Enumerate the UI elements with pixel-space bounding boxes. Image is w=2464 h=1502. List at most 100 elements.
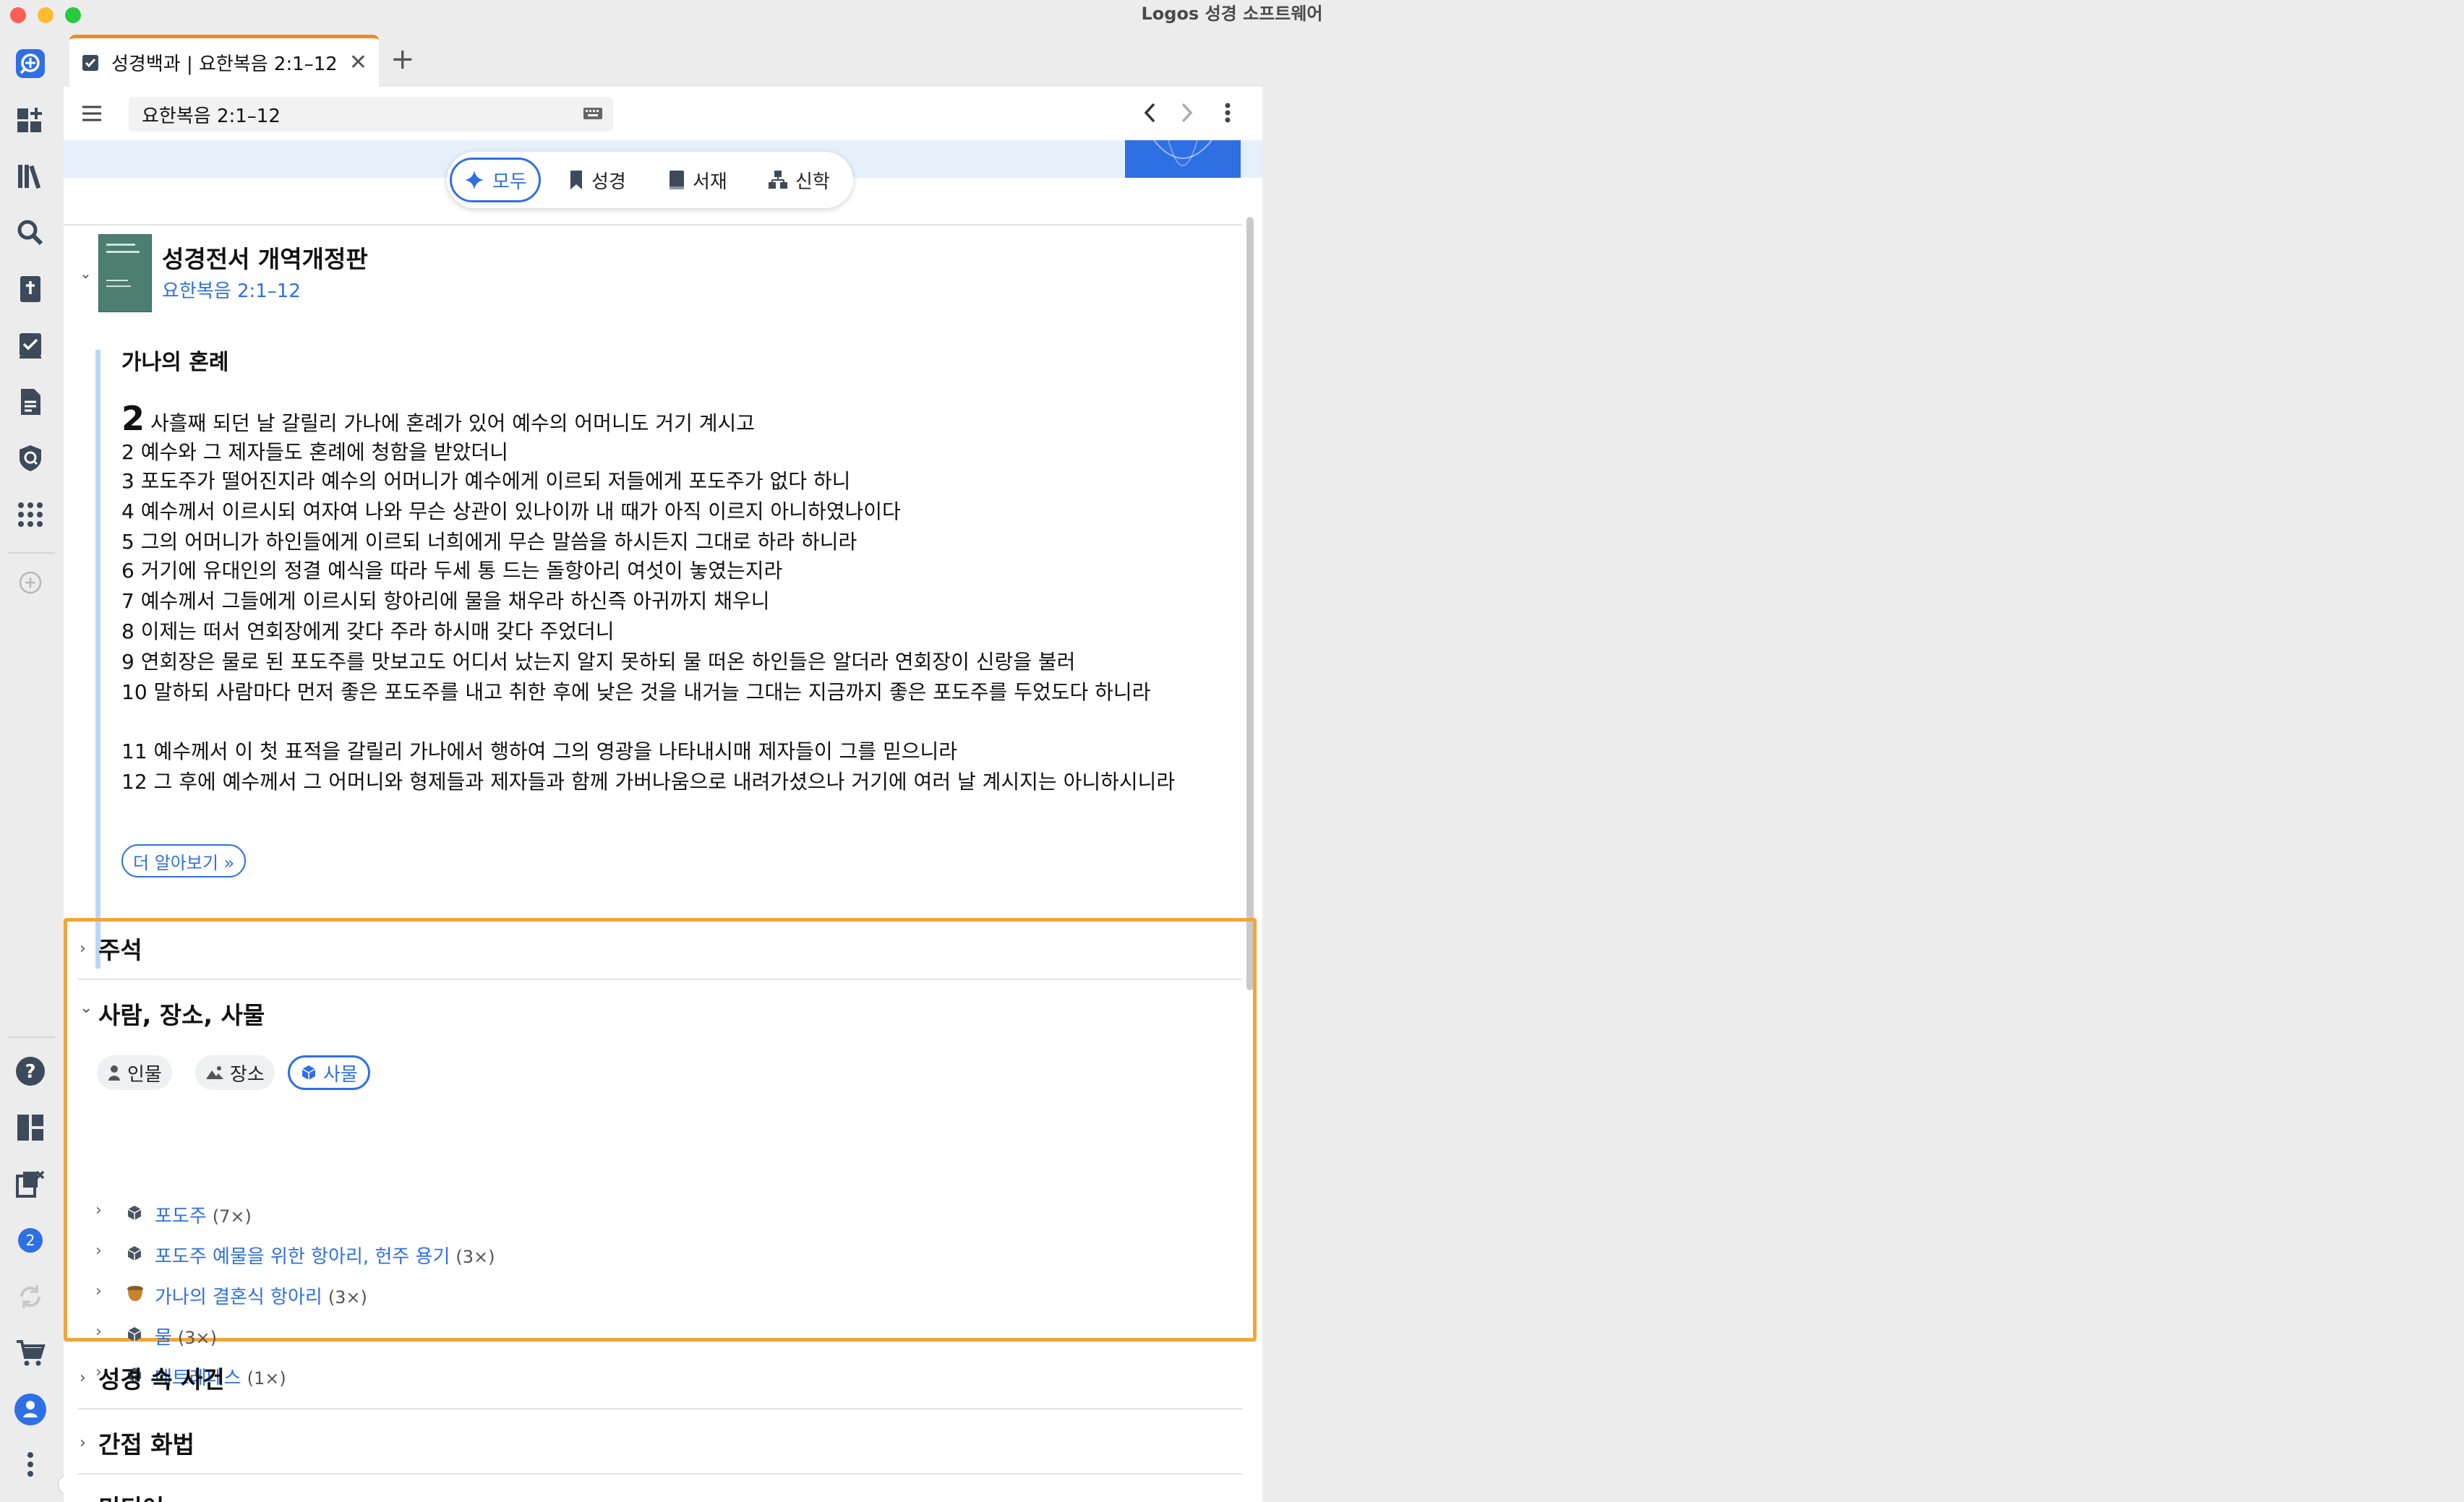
checklist-tab-icon [82, 54, 98, 71]
account-icon[interactable] [13, 1392, 48, 1427]
tab-close-icon[interactable]: ✕ [349, 50, 367, 75]
verse-6: 6 거기에 유대인의 정결 예식을 따라 두세 통 드는 돌항아리 여섯이 놓였… [121, 559, 783, 583]
search-icon[interactable] [13, 215, 48, 250]
expand-chevron-icon[interactable]: › [95, 1201, 102, 1219]
close-panels-icon[interactable] [13, 1167, 48, 1201]
filter-theology[interactable]: 신학 [756, 158, 842, 202]
chip-places[interactable]: 장소 [195, 1055, 275, 1090]
filter-bible[interactable]: 성경 [557, 158, 638, 202]
panel-toolbar: 요한복음 2:1–12 [64, 87, 1262, 140]
verse-1: 2 사흘째 되던 날 갈릴리 가나에 혼례가 있어 예수의 어머니도 거기 계시고 [121, 399, 756, 438]
chip-people[interactable]: 인물 [97, 1055, 172, 1090]
shield-icon[interactable] [13, 441, 48, 476]
section-divider [78, 979, 1242, 980]
expand-chevron-icon[interactable]: › [95, 1282, 102, 1300]
svg-text:?: ? [25, 1061, 35, 1083]
thing-item-water[interactable]: › 물 (3×) [64, 1318, 931, 1350]
bookmark-icon [570, 171, 582, 189]
reference-value: 요한복음 2:1–12 [142, 105, 281, 127]
section-figures-of-speech[interactable]: 간접 화법 [98, 1425, 194, 1460]
banner-graphic [1125, 140, 1241, 178]
cart-icon[interactable] [13, 1336, 48, 1370]
hierarchy-icon [769, 171, 787, 189]
library-icon[interactable] [13, 159, 48, 194]
keyboard-icon[interactable] [583, 106, 603, 121]
rail-divider-lower [7, 1037, 55, 1038]
person-icon [108, 1065, 120, 1081]
checklist-icon[interactable] [13, 328, 48, 363]
document-icon[interactable] [13, 385, 48, 419]
tab-label: 성경백과 | 요한복음 2:1–12 [111, 53, 338, 75]
resource-filter-bar: 모두 성경 서재 신학 [447, 152, 853, 208]
thing-item-cana-jars[interactable]: › 가나의 결혼식 항아리 (3×) [64, 1278, 931, 1310]
chip-things[interactable]: 사물 [288, 1055, 370, 1090]
bible-reference-link[interactable]: 요한복음 2:1–12 [162, 276, 301, 303]
dashboard-add-icon[interactable] [13, 103, 48, 137]
cube-icon [301, 1065, 316, 1080]
more-vertical-icon[interactable] [13, 1447, 48, 1482]
section-people-places-things[interactable]: 사람, 장소, 사물 [98, 996, 265, 1031]
learn-more-button[interactable]: 더 알아보기 » [121, 844, 247, 877]
help-icon[interactable]: ? [13, 1054, 48, 1089]
bible-collapse-chevron-icon[interactable]: ⌄ [80, 265, 92, 282]
verse-8: 8 이제는 떠서 연회장에게 갖다 주라 하시매 갖다 주었더니 [121, 619, 615, 643]
top-divider [64, 224, 1242, 226]
jar-icon [127, 1286, 143, 1301]
verse-7: 7 예수께서 그들에게 이르시되 항아리에 물을 채우라 하신즉 아귀까지 채우… [121, 589, 770, 613]
svg-text:2: 2 [26, 1232, 35, 1249]
section-divider [78, 1473, 1242, 1475]
add-tab-button[interactable]: + [390, 45, 415, 74]
verse-4: 4 예수께서 이르시되 여자여 나와 무슨 상관이 있나이까 내 때가 아직 이… [121, 499, 901, 523]
thing-item-wine[interactable]: › 포도주 (7×) [64, 1197, 931, 1229]
left-rail: ? 2 [0, 29, 62, 1502]
passage-quote-bar [95, 350, 100, 969]
notes-expand-chevron-icon[interactable]: › [80, 940, 86, 958]
apps-grid-icon[interactable] [13, 497, 48, 532]
notifications-badge[interactable]: 2 [13, 1223, 48, 1258]
title-bar: Logos 성경 소프트웨어 [0, 0, 2464, 29]
book-icon [670, 171, 684, 189]
tab-bible-encyclopedia[interactable]: 성경백과 | 요한복음 2:1–12 ✕ [69, 35, 379, 87]
chapter-number: 2 [121, 399, 145, 438]
verse-5: 5 그의 어머니가 하인들에게 이르되 너희에게 무슨 말씀을 하시든지 그대로… [121, 530, 857, 554]
rail-divider [7, 552, 55, 554]
thing-item-libation-jar[interactable]: › 포도주 예물을 위한 항아리, 헌주 용기 (3×) [64, 1237, 931, 1269]
cube-icon [127, 1327, 142, 1342]
ppt-collapse-chevron-icon[interactable]: ⌄ [80, 999, 93, 1017]
menu-icon[interactable] [81, 103, 103, 124]
reference-input[interactable]: 요한복음 2:1–12 [129, 97, 613, 132]
section-notes[interactable]: 주석 [98, 931, 142, 966]
sync-icon[interactable] [13, 1279, 48, 1314]
cube-icon [127, 1246, 142, 1261]
verse-9: 9 연회장은 물로 된 포도주를 맛보고도 어디서 났는지 알지 못하되 물 떠… [121, 650, 1076, 674]
expand-chevron-icon[interactable]: › [95, 1323, 102, 1341]
verse-12: 12 그 후에 예수께서 그 어머니와 형제들과 제자들과 함께 가버나움으로 … [121, 770, 1176, 794]
layout-icon[interactable] [13, 1110, 48, 1145]
section-divider [78, 1408, 1242, 1409]
back-chevron-icon[interactable] [1139, 98, 1161, 127]
bible-title[interactable]: 성경전서 개역개정판 [162, 240, 368, 275]
cube-icon [127, 1206, 142, 1220]
landscape-icon [206, 1066, 223, 1079]
panel-more-icon[interactable] [1220, 98, 1235, 127]
window-title: Logos 성경 소프트웨어 [1141, 4, 1323, 24]
forward-chevron-icon[interactable] [1176, 98, 1197, 127]
bible-book-cover[interactable] [98, 234, 152, 312]
verse-2: 2 예수와 그 제자들도 혼례에 청함을 받았더니 [121, 440, 508, 464]
events-expand-chevron-icon[interactable]: › [80, 1369, 86, 1387]
section-media[interactable]: 미디어 [98, 1489, 164, 1502]
pericope-heading: 가나의 혼례 [121, 350, 229, 375]
verse-11: 11 예수께서 이 첫 표적을 갈릴리 가나에서 행하여 그의 영광을 나타내시… [121, 739, 957, 763]
expand-chevron-icon[interactable]: › [95, 1242, 102, 1260]
verse-10: 10 말하되 사람마다 먼저 좋은 포도주를 내고 취한 후에 낮은 것을 내거… [121, 680, 1151, 704]
section-biblical-events[interactable]: 성경 속 사건 [98, 1360, 225, 1395]
filter-library[interactable]: 서재 [656, 158, 739, 202]
logos-search-icon[interactable] [13, 46, 48, 81]
bible-icon[interactable] [13, 272, 48, 306]
encyclopedia-panel: 요한복음 2:1–12 모두 성경 서재 신학 ⌄ 성경전서 개역개정판 요한복… [64, 87, 1262, 1502]
verse-3: 3 포도주가 떨어진지라 예수의 어머니가 예수에게 이르되 저들에게 포도주가… [121, 469, 851, 493]
add-circle-icon[interactable] [13, 565, 48, 600]
sparkle-icon [465, 171, 484, 189]
figures-expand-chevron-icon[interactable]: › [80, 1434, 86, 1452]
filter-all[interactable]: 모두 [450, 158, 541, 202]
